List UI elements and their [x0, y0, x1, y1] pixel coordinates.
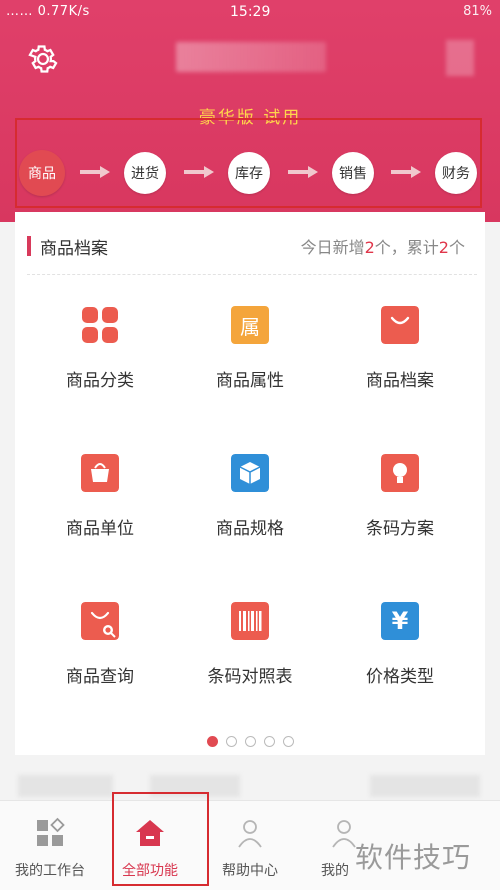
flow-step-goods[interactable]: 商品 — [19, 150, 65, 196]
watermark-text: 软件技巧 — [355, 841, 472, 874]
page-dot[interactable] — [225, 736, 237, 747]
workbench-icon — [37, 817, 65, 846]
battery-level: 81% — [463, 4, 492, 19]
stats-total-count: 2 — [438, 238, 449, 257]
category-icon — [82, 307, 118, 343]
grid-item-label: 条码方案 — [366, 519, 434, 539]
bag-icon — [381, 306, 419, 344]
flow-step-purchase[interactable]: 进货 — [124, 152, 166, 194]
help-icon — [238, 820, 262, 848]
stats-prefix: 今日新增 — [300, 238, 365, 257]
box-icon — [231, 454, 269, 492]
blurred-content — [18, 775, 113, 797]
yen-icon: ¥ — [381, 602, 419, 640]
grid-item-label: 商品规格 — [216, 519, 284, 539]
grid-item-label: 条码对照表 — [207, 667, 293, 687]
grid-item-label: 商品分类 — [66, 371, 134, 391]
header-right-blurred — [446, 40, 474, 76]
grid-item-label: 商品单位 — [66, 519, 134, 539]
settings-gear-icon[interactable] — [26, 42, 60, 76]
page-indicator — [15, 732, 485, 747]
card-divider — [27, 274, 477, 275]
grid-item-barcode-table[interactable]: 条码对照表 — [175, 602, 325, 722]
stats-mid: 个，累计 — [374, 238, 439, 257]
nav-highlight-box — [112, 792, 209, 886]
flow-arrow-icon — [391, 166, 421, 178]
grid-item-label: 价格类型 — [366, 667, 434, 687]
nav-label: 帮助中心 — [222, 863, 278, 879]
card-header: 商品档案 今日新增2个，累计2个 — [15, 212, 485, 276]
attribute-icon: 属 — [231, 306, 269, 344]
grid-item-attribute[interactable]: 属 商品属性 — [175, 306, 325, 426]
nav-tab-help[interactable]: 帮助中心 — [200, 801, 300, 890]
nav-label: 我的工作台 — [15, 863, 85, 879]
stats-suffix: 个 — [448, 238, 465, 257]
grid-item-price-type[interactable]: ¥ 价格类型 — [325, 602, 475, 722]
grid-item-unit[interactable]: 商品单位 — [25, 454, 175, 574]
search-bag-icon — [81, 602, 119, 640]
status-time: 15:29 — [230, 4, 271, 20]
flow-arrow-icon — [288, 166, 318, 178]
grid-item-category[interactable]: 商品分类 — [25, 306, 175, 426]
grid-item-query[interactable]: 商品查询 — [25, 602, 175, 722]
card-accent-bar — [27, 236, 31, 256]
page-dot-active[interactable] — [206, 736, 218, 747]
store-name-blurred — [176, 42, 326, 72]
page-dot[interactable] — [282, 736, 294, 747]
network-speed: …… 0.77K/s — [6, 4, 90, 19]
grid-item-label: 商品查询 — [66, 667, 134, 687]
card-stats: 今日新增2个，累计2个 — [301, 234, 465, 258]
page-dot[interactable] — [244, 736, 256, 747]
grid-item-spec[interactable]: 商品规格 — [175, 454, 325, 574]
card-title: 商品档案 — [40, 239, 108, 259]
nav-tab-workbench[interactable]: 我的工作台 — [0, 801, 100, 890]
grid-item-archive[interactable]: 商品档案 — [325, 306, 475, 426]
flow-step-finance[interactable]: 财务 — [435, 152, 477, 194]
flow-step-sales[interactable]: 销售 — [332, 152, 374, 194]
flow-arrow-icon — [184, 166, 214, 178]
flow-step-inventory[interactable]: 库存 — [228, 152, 270, 194]
status-bar: …… 0.77K/s 15:29 81% — [0, 0, 500, 26]
bulb-icon — [381, 454, 419, 492]
blurred-content — [370, 775, 480, 797]
grid-item-label: 商品属性 — [216, 371, 284, 391]
barcode-icon — [231, 602, 269, 640]
grid-item-label: 商品档案 — [366, 371, 434, 391]
flow-arrow-icon — [80, 166, 110, 178]
grid-item-barcode-plan[interactable]: 条码方案 — [325, 454, 475, 574]
handbag-icon — [81, 454, 119, 492]
goods-archive-card: 商品档案 今日新增2个，累计2个 商品分类 属 商品属性 商品档案 商品单位 商… — [15, 212, 485, 755]
page-dot[interactable] — [263, 736, 275, 747]
stats-new-count: 2 — [364, 238, 375, 257]
